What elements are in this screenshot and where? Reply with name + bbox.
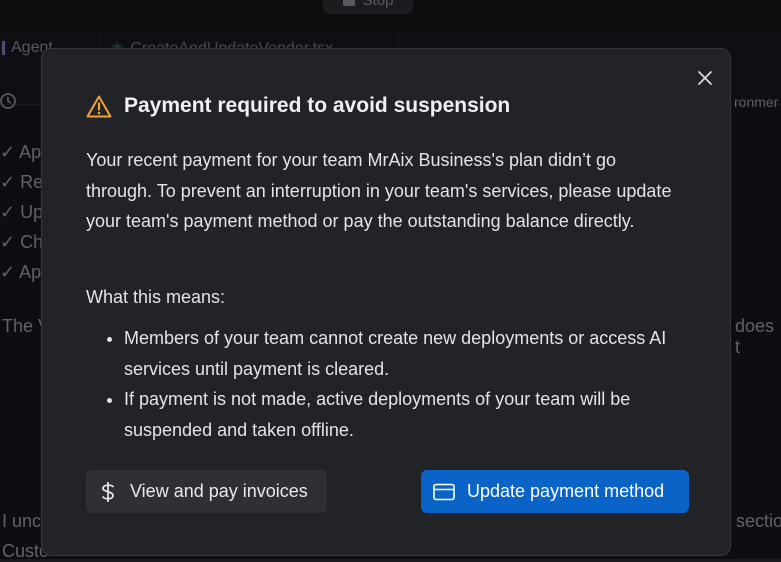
view-invoices-button[interactable]: View and pay invoices [86,470,327,513]
payment-modal: Payment required to avoid suspension You… [41,48,731,556]
list-item: Members of your team cannot create new d… [124,323,686,384]
credit-card-icon [433,483,455,500]
modal-description: Your recent payment for your team MrAix … [86,145,686,237]
close-button[interactable] [694,67,716,89]
dollar-icon [102,481,114,502]
close-icon [698,71,712,85]
view-invoices-label: View and pay invoices [130,481,308,501]
modal-title: Payment required to avoid suspension [86,94,510,118]
update-payment-button[interactable]: Update payment method [421,470,689,513]
update-payment-label: Update payment method [467,481,665,501]
description-text: Your recent payment for your team MrAix … [86,150,672,231]
modal-title-text: Payment required to avoid suspension [124,94,511,117]
consequences-list: Members of your team cannot create new d… [86,323,686,445]
warning-icon [86,95,112,117]
list-item: If payment is not made, active deploymen… [124,384,686,445]
means-heading: What this means: [86,287,226,307]
